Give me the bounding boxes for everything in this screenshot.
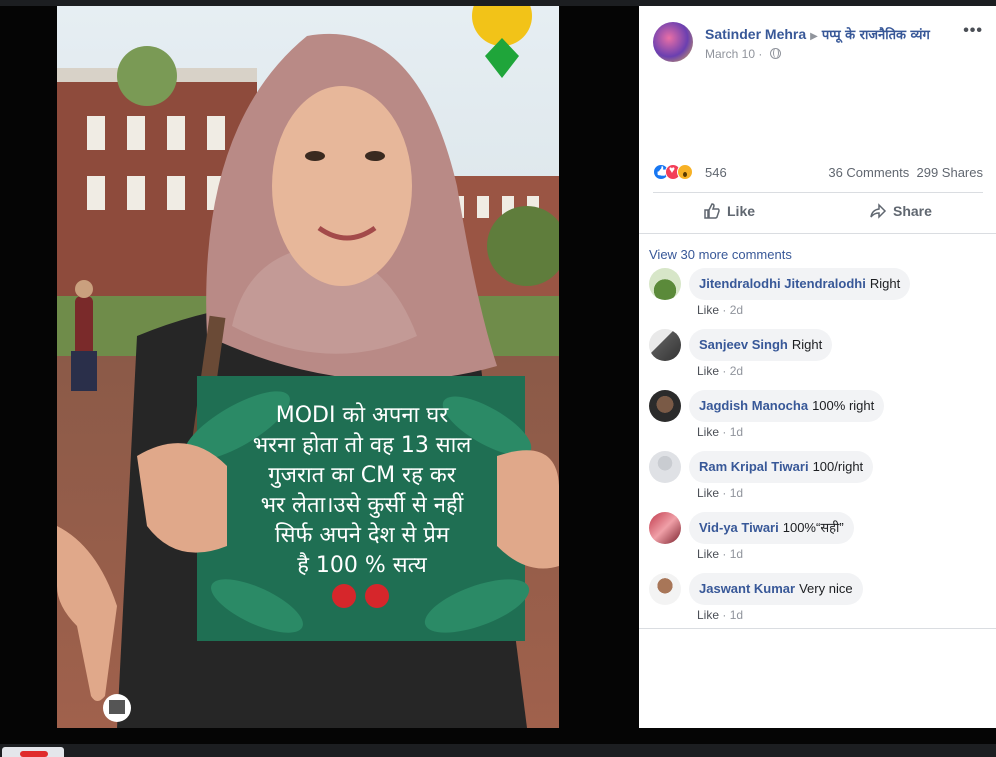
sign-line: MODI को अपना घर bbox=[275, 403, 449, 428]
comment-like-link[interactable]: Like bbox=[697, 486, 719, 500]
comment-text: Right bbox=[791, 337, 823, 352]
comment-time[interactable]: 1d bbox=[730, 608, 743, 622]
comment: Vid-ya Tiwari 100%“सही” Like · 1d bbox=[649, 512, 989, 568]
comment: Jitendralodhi Jitendralodhi Right Like · … bbox=[649, 268, 989, 324]
comment-text: 100% right bbox=[812, 398, 875, 413]
comment-bubble: Vid-ya Tiwari 100%“सही” bbox=[689, 512, 854, 544]
comment-time[interactable]: 2d bbox=[730, 303, 743, 317]
post-side-panel: Satinder Mehra ▶ पप्पू के राजनैतिक व्यंग M… bbox=[639, 6, 996, 728]
more-options-icon[interactable]: ••• bbox=[963, 22, 983, 40]
comment-like-link[interactable]: Like bbox=[697, 364, 719, 378]
comment-meta: Like · 2d bbox=[697, 303, 744, 317]
like-label: Like bbox=[727, 203, 756, 219]
sign-line: भर लेता।उसे कुर्सी से नहीं bbox=[260, 493, 464, 518]
share-label: Share bbox=[893, 203, 932, 219]
record-icon bbox=[20, 751, 48, 757]
comment-text: Right bbox=[869, 276, 901, 291]
author-avatar[interactable] bbox=[653, 22, 693, 62]
comment-time[interactable]: 1d bbox=[730, 425, 743, 439]
comment-meta: Like · 1d bbox=[697, 547, 744, 561]
commenter-avatar[interactable] bbox=[649, 268, 681, 300]
comment-meta: Like · 2d bbox=[697, 364, 744, 378]
divider bbox=[653, 192, 983, 193]
commenter-name[interactable]: Jagdish Manocha bbox=[699, 398, 808, 413]
photo-viewer: MODI को अपना घर भरना होता तो वह 13 साल ग… bbox=[0, 0, 996, 757]
comment: Jaswant Kumar Very nice Like · 1d bbox=[649, 573, 989, 629]
commenter-name[interactable]: Jitendralodhi Jitendralodhi bbox=[699, 276, 866, 291]
comment-meta: Like · 1d bbox=[697, 425, 744, 439]
commenter-name[interactable]: Vid-ya Tiwari bbox=[699, 520, 779, 535]
comment-time[interactable]: 1d bbox=[730, 547, 743, 561]
commenter-avatar[interactable] bbox=[649, 329, 681, 361]
post-date[interactable]: March 10 bbox=[705, 47, 755, 61]
like-icon bbox=[704, 203, 720, 219]
comment: Jagdish Manocha 100% right Like · 1d bbox=[649, 390, 989, 446]
comment: Sanjeev Singh Right Like · 2d bbox=[649, 329, 989, 385]
taskbar-tab[interactable] bbox=[2, 747, 64, 757]
commenter-avatar[interactable] bbox=[649, 390, 681, 422]
post-actions: Like Share bbox=[653, 198, 983, 228]
comment-text: Very nice bbox=[799, 581, 853, 596]
post-photo[interactable]: MODI को अपना घर भरना होता तो वह 13 साल ग… bbox=[57, 6, 559, 728]
wow-reaction-icon bbox=[677, 164, 693, 180]
reactions-row: 546 36 Comments 299 Shares bbox=[653, 162, 983, 182]
arrow-right-icon: ▶ bbox=[810, 31, 818, 42]
comment-bubble: Jaswant Kumar Very nice bbox=[689, 573, 863, 605]
commenter-name[interactable]: Sanjeev Singh bbox=[699, 337, 788, 352]
commenter-avatar[interactable] bbox=[649, 573, 681, 605]
share-button[interactable]: Share bbox=[869, 202, 932, 220]
shares-count[interactable]: 299 Shares bbox=[917, 165, 984, 180]
commenter-name[interactable]: Jaswant Kumar bbox=[699, 581, 795, 596]
comment-meta: Like · 1d bbox=[697, 608, 744, 622]
sign-line: है 100 % सत्य bbox=[297, 553, 427, 578]
comment-like-link[interactable]: Like bbox=[697, 547, 719, 561]
comment-time[interactable]: 2d bbox=[730, 364, 743, 378]
author-name[interactable]: Satinder Mehra bbox=[705, 26, 806, 42]
post-header: Satinder Mehra ▶ पप्पू के राजनैतिक व्यंग M… bbox=[653, 22, 983, 68]
like-button[interactable]: Like bbox=[703, 202, 755, 220]
share-icon bbox=[870, 203, 887, 219]
divider bbox=[639, 628, 996, 629]
bottom-browser-strip bbox=[0, 744, 996, 757]
commenter-avatar[interactable] bbox=[649, 512, 681, 544]
author-line: Satinder Mehra ▶ पप्पू के राजनैतिक व्यंग bbox=[705, 25, 930, 43]
comment-like-link[interactable]: Like bbox=[697, 608, 719, 622]
comment-meta: Like · 1d bbox=[697, 486, 744, 500]
sign-text: MODI को अपना घर भरना होता तो वह 13 साल ग… bbox=[197, 401, 527, 581]
comment-bubble: Jagdish Manocha 100% right bbox=[689, 390, 885, 422]
commenter-avatar[interactable] bbox=[649, 451, 681, 483]
sign-line: सिर्फ अपने देश से प्रेम bbox=[274, 523, 450, 548]
comment-like-link[interactable]: Like bbox=[697, 303, 719, 317]
comment-bubble: Jitendralodhi Jitendralodhi Right bbox=[689, 268, 911, 300]
comment-time[interactable]: 1d bbox=[730, 486, 743, 500]
post-date-line: March 10 · bbox=[705, 47, 781, 61]
view-more-comments-link[interactable]: View 30 more comments bbox=[649, 247, 792, 262]
sign-line: गुजरात का CM रह कर bbox=[268, 463, 456, 488]
comments-shares-counts: 36 Comments 299 Shares bbox=[828, 165, 983, 180]
comment-text: 100/right bbox=[812, 459, 864, 474]
commenter-name[interactable]: Ram Kripal Tiwari bbox=[699, 459, 809, 474]
comment: Ram Kripal Tiwari 100/right Like · 1d bbox=[649, 451, 989, 507]
group-name[interactable]: पप्पू के राजनैतिक व्यंग bbox=[822, 28, 930, 43]
comment-bubble: Sanjeev Singh Right bbox=[689, 329, 833, 361]
comment-text: 100%“सही” bbox=[782, 520, 844, 535]
reaction-count[interactable]: 546 bbox=[705, 165, 727, 180]
comments-count[interactable]: 36 Comments bbox=[828, 165, 909, 180]
comment-like-link[interactable]: Like bbox=[697, 425, 719, 439]
divider bbox=[639, 233, 996, 234]
photo-illustration bbox=[57, 6, 559, 728]
sign-line: भरना होता तो वह 13 साल bbox=[252, 433, 472, 458]
globe-icon bbox=[769, 48, 781, 59]
comment-bubble: Ram Kripal Tiwari 100/right bbox=[689, 451, 874, 483]
